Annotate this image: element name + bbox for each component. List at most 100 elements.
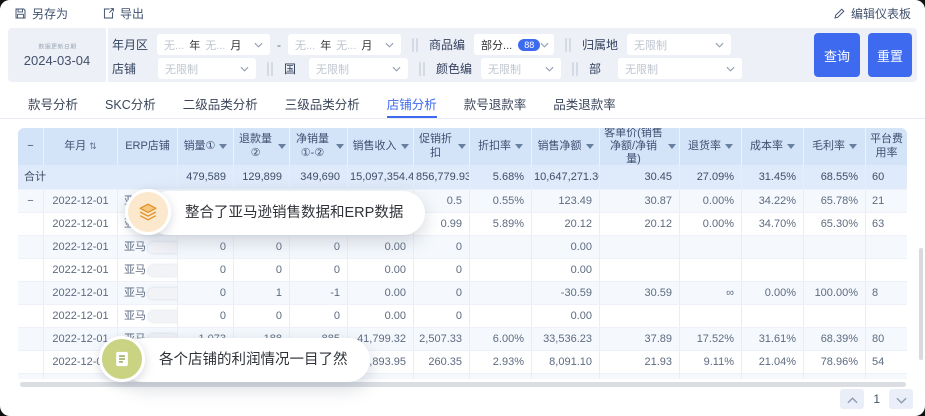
table-header-row: − 年月 ⇅ ERP店铺 销量① 退款量② 净销量①-② 销售收入 促销折扣 折扣率 销售净额 客单价… (18, 128, 907, 165)
page-up-button[interactable] (840, 389, 865, 409)
cell-promo-discount: 0 (414, 305, 470, 327)
cell-platform-fee-rate: 21 (872, 195, 885, 207)
filter-dropdown-icon[interactable] (668, 144, 676, 149)
tab-4[interactable]: 店铺分析 (386, 88, 437, 118)
country-select[interactable]: 无限制 (309, 58, 409, 79)
tab-0[interactable]: 款号分析 (28, 88, 78, 118)
col-platform-fee-rate[interactable]: 平台费用率 (866, 128, 907, 165)
tab-3[interactable]: 三级品类分析 (285, 88, 360, 118)
filter-dropdown-icon[interactable] (219, 144, 228, 149)
product-code-value: 部分... (481, 39, 513, 52)
year-month-end-select[interactable]: 无... 年 无... 月 (288, 34, 402, 55)
cell-platform-fee-rate (866, 305, 907, 327)
chevron-down-icon (392, 66, 401, 72)
cell-platform-fee-rate: 8 (872, 287, 879, 299)
month-placeholder: 无... (205, 39, 226, 52)
cell-cost-rate (742, 305, 804, 327)
filter-dropdown-icon[interactable] (458, 144, 466, 149)
color-code-select[interactable]: 无限制 (481, 58, 562, 79)
region-select[interactable]: 无限制 (627, 34, 732, 55)
col-refund-qty[interactable]: 退款量② (234, 128, 290, 165)
tab-5[interactable]: 款号退款率 (464, 88, 527, 118)
col-unit-price[interactable]: 客单价(销售净额/净销量) (600, 128, 680, 165)
cell-return-rate: 0.00% (680, 213, 742, 235)
cell-unit-price (600, 259, 680, 281)
column-label: 年月 (64, 139, 87, 152)
shop-placeholder: 无限制 (165, 63, 199, 76)
col-expand[interactable]: − (18, 128, 44, 165)
query-button[interactable]: 查询 (814, 33, 860, 77)
cell-net-sales-amount: 8,091.10 (532, 351, 600, 373)
color-code-placeholder: 无限制 (488, 63, 522, 76)
sort-icon[interactable]: ⇅ (89, 141, 97, 152)
collapse-row-icon[interactable]: − (18, 190, 44, 212)
cell-promo-discount: 0 (414, 259, 470, 281)
col-net-sales-qty[interactable]: 净销量①-② (290, 128, 348, 165)
save-icon (14, 7, 27, 20)
cell-sales-qty: 0 (178, 259, 234, 281)
edit-dashboard-label: 编辑仪表板 (850, 6, 911, 21)
cell-discount-rate: 2.93% (470, 351, 532, 373)
shop-name-prefix: 亚马 (124, 310, 146, 322)
tab-1[interactable]: SKC分析 (105, 88, 156, 118)
table-row: 2022-12-01 亚马 0 0 0 0.00 0 0.00 (18, 259, 907, 282)
cell-return-rate (680, 259, 742, 281)
tab-6[interactable]: 品类退款率 (553, 88, 616, 118)
dept-select[interactable]: 无限制 (618, 58, 743, 79)
col-sales-qty[interactable]: 销量① (178, 128, 234, 165)
year-month-start-select[interactable]: 无... 年 无... 月 (157, 34, 271, 55)
layers-icon (125, 189, 171, 235)
cell-net-sales-qty: 0 (290, 236, 348, 258)
filter-dropdown-icon[interactable] (400, 144, 409, 149)
vertical-scrollbar[interactable] (919, 248, 923, 360)
filter-dropdown-icon[interactable] (515, 144, 523, 149)
tab-2[interactable]: 二级品类分析 (183, 88, 258, 118)
cell-discount-rate: 5.68% (470, 165, 532, 189)
cell-refund-qty: 1 (234, 282, 290, 304)
tooltip-text: 整合了亚马逊销售数据和ERP数据 (185, 205, 404, 221)
cell-return-rate (680, 374, 742, 379)
horizontal-scrollbar[interactable] (20, 382, 906, 387)
col-cost-rate[interactable]: 成本率 (742, 128, 804, 165)
product-code-select[interactable]: 部分... 88 (474, 34, 555, 55)
cell-gross-margin (804, 236, 866, 258)
col-discount-rate[interactable]: 折扣率 (470, 128, 532, 165)
col-year-month[interactable]: 年月 ⇅ (44, 128, 118, 165)
cell-return-rate: 27.09% (680, 165, 742, 189)
cell-net-sales-qty: 0 (290, 259, 348, 281)
filter-dropdown-icon[interactable] (849, 144, 857, 149)
col-net-sales-amount[interactable]: 销售净额 (532, 128, 600, 165)
top-toolbar: 另存为 导出 编辑仪表板 (0, 0, 925, 26)
save-as-button[interactable]: 另存为 (14, 5, 68, 22)
col-sales-revenue[interactable]: 销售收入 (348, 128, 414, 165)
cell-unit-price: 20.12 (600, 213, 680, 235)
filter-dropdown-icon[interactable] (585, 144, 594, 149)
export-button[interactable]: 导出 (102, 5, 144, 22)
cell-platform-fee-rate: 54 (872, 356, 885, 368)
year-suffix: 年 (320, 39, 332, 52)
dept-label: 部 (589, 62, 602, 76)
edit-dashboard-button[interactable]: 编辑仪表板 (833, 5, 911, 22)
filter-dropdown-icon[interactable] (787, 144, 795, 149)
col-erp-shop[interactable]: ERP店铺 (118, 128, 178, 165)
page-down-button[interactable] (889, 389, 913, 409)
tooltip-text: 各个店铺的利润情况一目了然 (159, 352, 348, 368)
divider (419, 61, 426, 76)
cell-unit-price (600, 305, 680, 327)
filter-dropdown-icon[interactable] (725, 144, 733, 149)
column-label: 折扣率 (478, 139, 511, 152)
filter-dropdown-icon[interactable] (336, 144, 344, 149)
col-return-rate[interactable]: 退货率 (680, 128, 742, 165)
cell-year-month: 2022-12-01 (44, 259, 118, 281)
cell-sales-qty: 0 (178, 305, 234, 327)
redacted-blur (148, 264, 177, 276)
cell-year-month: 2022-12-01 (44, 305, 118, 327)
cell-return-rate (680, 305, 742, 327)
reset-button[interactable]: 重置 (868, 33, 912, 77)
col-promo-discount[interactable]: 促销折扣 (414, 128, 470, 165)
pagination: 1 (840, 389, 913, 409)
filter-dropdown-icon[interactable] (278, 144, 286, 149)
shop-select[interactable]: 无限制 (158, 58, 257, 79)
cell-erp-shop: 亚马 (118, 259, 178, 281)
col-gross-margin[interactable]: 毛利率 (804, 128, 866, 165)
